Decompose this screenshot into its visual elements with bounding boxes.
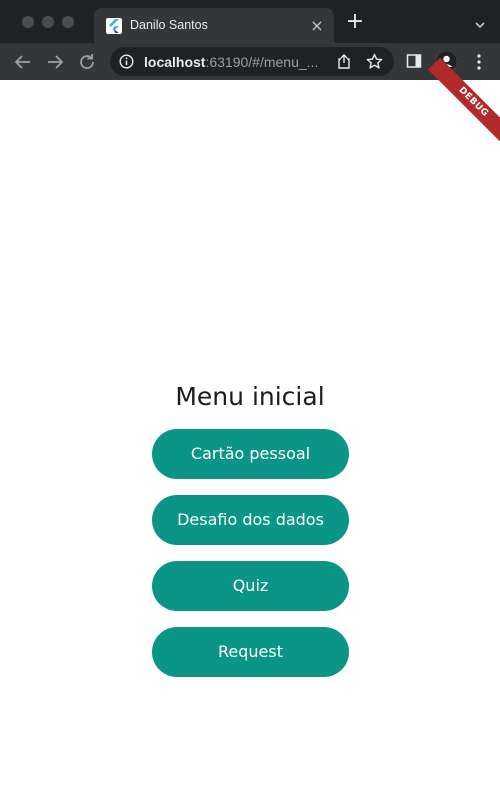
address-url[interactable]: localhost:63190/#/menu_...: [144, 54, 318, 70]
tab-close-icon[interactable]: ×: [308, 17, 326, 35]
minimize-window-button[interactable]: [42, 16, 54, 28]
maximize-window-button[interactable]: [62, 16, 74, 28]
tab-search-chevron-icon[interactable]: [474, 16, 486, 29]
close-window-button[interactable]: [22, 16, 34, 28]
tab-title: Danilo Santos: [130, 18, 208, 32]
forward-arrow-icon[interactable]: [44, 51, 66, 73]
more-menu-icon[interactable]: [474, 52, 484, 72]
bookmark-star-icon[interactable]: [366, 53, 383, 70]
side-panel-icon[interactable]: [406, 53, 422, 69]
tab-strip: Danilo Santos × +: [0, 0, 500, 43]
back-arrow-icon[interactable]: [12, 51, 34, 73]
cartao-pessoal-button[interactable]: Cartão pessoal: [152, 429, 349, 479]
new-tab-button[interactable]: +: [344, 11, 366, 34]
reload-icon[interactable]: [76, 51, 98, 73]
page-title: Menu inicial: [175, 382, 325, 411]
share-icon[interactable]: [336, 53, 352, 70]
app-page: DEBUG Menu inicial Cartão pessoal Desafi…: [0, 57, 500, 810]
address-bar[interactable]: localhost:63190/#/menu_...: [110, 47, 394, 76]
url-host: localhost: [144, 54, 206, 70]
browser-toolbar: localhost:63190/#/menu_...: [0, 43, 500, 80]
browser-window: Danilo Santos × + localhost:63190/#/menu…: [0, 0, 500, 810]
url-path: :63190/#/menu_...: [205, 54, 319, 70]
request-button[interactable]: Request: [152, 627, 349, 677]
browser-tab[interactable]: Danilo Santos ×: [94, 8, 334, 43]
site-info-icon[interactable]: [119, 54, 134, 69]
flutter-icon: [106, 18, 122, 34]
desafio-dos-dados-button[interactable]: Desafio dos dados: [152, 495, 349, 545]
quiz-button[interactable]: Quiz: [152, 561, 349, 611]
